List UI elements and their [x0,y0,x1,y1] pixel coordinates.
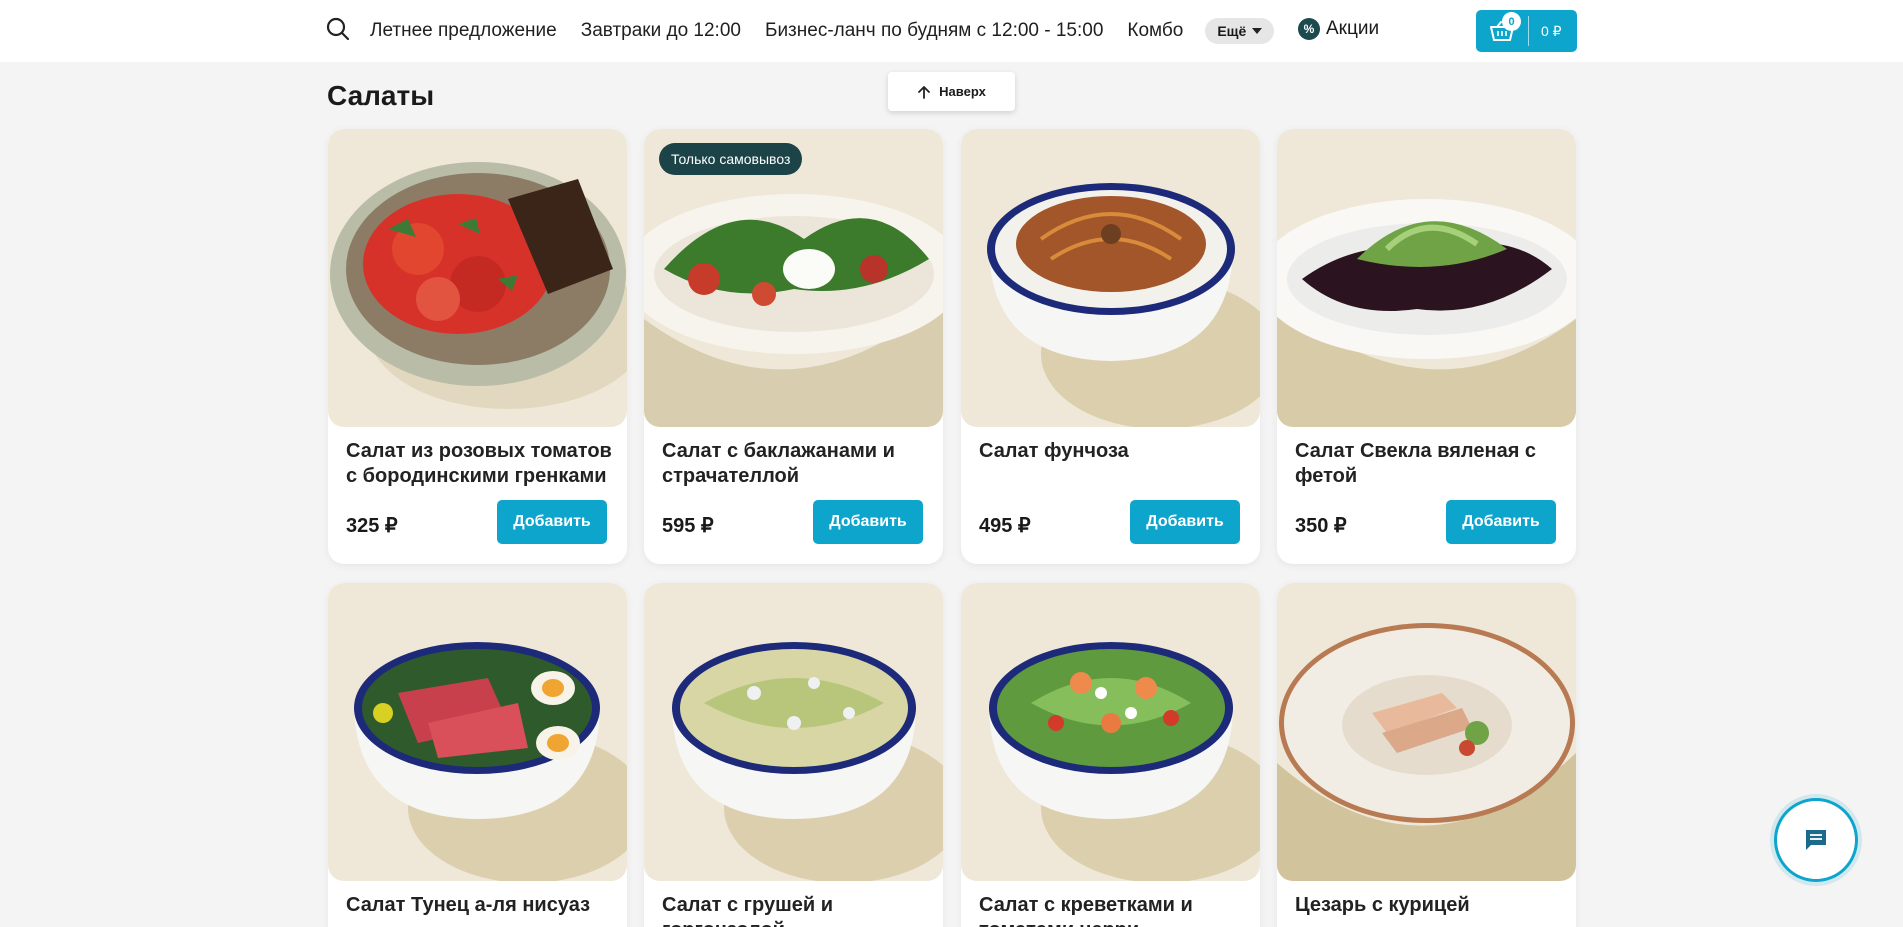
product-card[interactable]: Салат с грушей и горгонзолой [644,583,943,927]
nav-item-breakfast[interactable]: Завтраки до 12:00 [581,20,741,42]
chat-icon [1784,808,1848,872]
nav-item-combo[interactable]: Комбо [1127,20,1183,42]
chat-button[interactable] [1774,798,1858,882]
category-nav: Летнее предложение Завтраки до 12:00 Биз… [370,0,1275,62]
basket-icon: 0 [1476,10,1528,52]
product-card[interactable]: Только самовывоз Салат с баклажанами и с… [644,129,943,564]
product-card[interactable]: Салат Свекла вяленая с фетой 350 ₽ Добав… [1277,129,1576,564]
product-card[interactable]: Салат с креветками и томатами черри [961,583,1260,927]
product-photo [328,129,627,427]
product-photo [644,583,943,881]
promotions-link[interactable]: % Акции [1298,18,1379,40]
product-name[interactable]: Салат с грушей и горгонзолой [662,893,932,927]
product-price: 495 ₽ [979,515,1031,537]
add-to-cart-button[interactable]: Добавить [497,500,607,544]
product-photo: Только самовывоз [644,129,943,427]
add-to-cart-button[interactable]: Добавить [1130,500,1240,544]
more-label: Ещё [1217,23,1247,39]
section-title: Салаты [327,80,435,111]
pickup-only-badge: Только самовывоз [659,143,803,175]
add-to-cart-button[interactable]: Добавить [1446,500,1556,544]
product-name[interactable]: Салат с баклажанами и страчателлой [662,439,932,489]
cart-count-badge: 0 [1502,12,1521,31]
promotions-label: Акции [1326,18,1380,39]
product-card[interactable]: Салат из розовых томатов с бородинскими … [328,129,627,564]
product-name[interactable]: Салат из розовых томатов с бородинскими … [346,439,616,489]
percent-icon: % [1298,18,1320,40]
product-photo [1277,583,1576,881]
top-navigation-bar: Летнее предложение Завтраки до 12:00 Биз… [0,0,1903,62]
product-card[interactable]: Цезарь с курицей [1277,583,1576,927]
product-name[interactable]: Цезарь с курицей [1295,893,1565,918]
product-card[interactable]: Салат фунчоза 495 ₽ Добавить [961,129,1260,564]
product-price: 325 ₽ [346,515,398,537]
back-to-top-button[interactable]: Наверх [888,72,1015,111]
product-price: 350 ₽ [1295,515,1347,537]
nav-item-summer-offer[interactable]: Летнее предложение [370,20,557,42]
back-to-top-label: Наверх [939,84,986,99]
add-to-cart-button[interactable]: Добавить [813,500,923,544]
more-dropdown-button[interactable]: Ещё [1205,18,1275,44]
product-photo [328,583,627,881]
nav-item-business-lunch[interactable]: Бизнес-ланч по будням с 12:00 - 15:00 [765,20,1103,42]
product-name[interactable]: Салат фунчоза [979,439,1249,464]
product-card[interactable]: Салат Тунец а-ля нисуаз [328,583,627,927]
cart-total: 0 ₽ [1541,22,1562,39]
product-photo [961,583,1260,881]
chevron-down-icon [1252,28,1263,34]
product-name[interactable]: Салат Свекла вяленая с фетой [1295,439,1565,489]
search-icon[interactable] [325,16,351,42]
product-name[interactable]: Салат с креветками и томатами черри [979,893,1249,927]
product-price: 595 ₽ [662,515,714,537]
product-photo [1277,129,1576,427]
product-photo [961,129,1260,427]
product-name[interactable]: Салат Тунец а-ля нисуаз [346,893,616,918]
arrow-up-icon [918,85,931,99]
cart-button[interactable]: 0 0 ₽ [1476,10,1577,52]
